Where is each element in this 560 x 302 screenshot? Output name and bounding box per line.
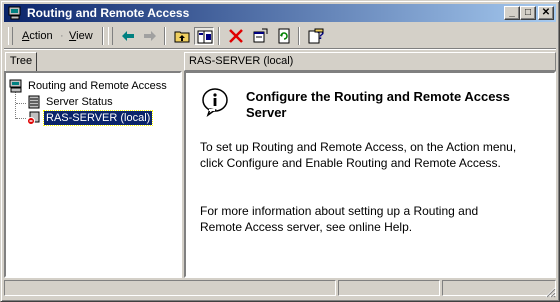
instructions-text: To set up Routing and Remote Access, on … bbox=[200, 140, 517, 170]
back-button[interactable] bbox=[118, 27, 138, 45]
toolbar-separator bbox=[164, 27, 166, 45]
result-pane: Configure the Routing and Remote Access … bbox=[184, 71, 556, 278]
forward-arrow-icon bbox=[144, 31, 156, 41]
menu-dot: · bbox=[60, 30, 64, 42]
maximize-icon: □ bbox=[524, 7, 532, 18]
toolbar-divider bbox=[4, 48, 556, 50]
toolbar-grip[interactable] bbox=[108, 27, 113, 45]
title-bar[interactable]: Routing and Remote Access _ □ ✕ bbox=[4, 4, 556, 22]
tree-item-label: Server Status bbox=[46, 96, 113, 108]
up-folder-icon bbox=[174, 31, 190, 43]
status-bar bbox=[4, 280, 556, 298]
properties-button[interactable] bbox=[250, 27, 270, 45]
app-computer-icon bbox=[7, 5, 23, 21]
refresh-icon bbox=[278, 28, 290, 44]
forward-button[interactable] bbox=[140, 27, 160, 45]
menu-action[interactable]: Action bbox=[22, 30, 53, 42]
close-icon: ✕ bbox=[541, 7, 551, 18]
properties-icon bbox=[253, 28, 268, 43]
menu-toolbar-row: Action · View ? bbox=[4, 24, 556, 48]
tree-item-label: Routing and Remote Access bbox=[28, 80, 167, 92]
main-window: Routing and Remote Access _ □ ✕ Action ·… bbox=[0, 0, 560, 302]
menubar-grip[interactable] bbox=[8, 27, 13, 45]
delete-button[interactable] bbox=[226, 27, 246, 45]
computer-icon bbox=[8, 79, 24, 93]
refresh-button[interactable] bbox=[274, 27, 294, 45]
back-arrow-icon bbox=[122, 31, 134, 41]
server-status-icon bbox=[26, 95, 42, 109]
tab-tree[interactable]: Tree bbox=[5, 52, 37, 71]
ras-server-stopped-icon bbox=[26, 111, 42, 125]
up-one-level-button[interactable] bbox=[172, 27, 192, 45]
close-button[interactable]: ✕ bbox=[538, 6, 554, 20]
tree-connector bbox=[15, 89, 16, 119]
result-pane-header: RAS-SERVER (local) bbox=[184, 52, 556, 71]
maximize-button[interactable]: □ bbox=[520, 6, 536, 20]
status-cell bbox=[442, 280, 556, 296]
window-title: Routing and Remote Access bbox=[27, 6, 190, 20]
minimize-button[interactable]: _ bbox=[504, 6, 520, 20]
show-hide-tree-icon bbox=[197, 30, 213, 44]
page-heading: Configure the Routing and Remote Access … bbox=[246, 89, 510, 120]
help-button[interactable]: ? bbox=[306, 27, 326, 45]
toolbar-separator bbox=[218, 27, 220, 45]
tree-item-label: RAS-SERVER (local) bbox=[42, 110, 154, 126]
help-info-text: For more information about setting up a … bbox=[200, 204, 479, 234]
status-cell bbox=[338, 280, 440, 296]
help-icon: ? bbox=[308, 28, 324, 44]
tree-connector bbox=[16, 118, 26, 119]
tree-pane[interactable]: Routing and Remote Access Server Status bbox=[4, 71, 182, 278]
delete-icon bbox=[229, 29, 243, 43]
resize-grip-icon[interactable] bbox=[544, 286, 556, 298]
tree-connector bbox=[16, 103, 26, 104]
minimize-icon: _ bbox=[509, 7, 515, 18]
toolbar-separator bbox=[102, 27, 104, 45]
menu-view[interactable]: View bbox=[69, 30, 93, 42]
toolbar-separator bbox=[298, 27, 300, 45]
info-icon bbox=[200, 87, 230, 117]
status-cell-main bbox=[4, 280, 336, 296]
show-hide-tree-button[interactable] bbox=[194, 27, 214, 45]
